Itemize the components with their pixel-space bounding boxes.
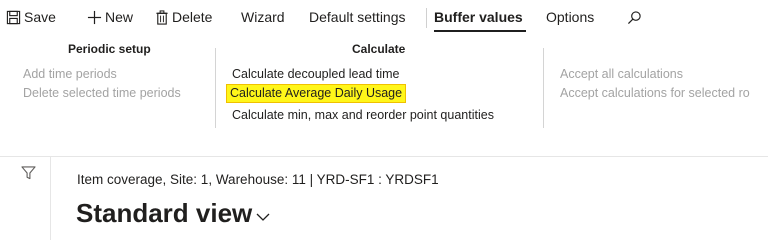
default-settings-label: Default settings [309, 9, 406, 25]
chevron-down-icon [256, 213, 270, 222]
delete-label: Delete [172, 9, 213, 25]
group-title-calculate: Calculate [352, 42, 406, 56]
action-bar: Save New Delete Wizard Default settings [0, 0, 768, 34]
search-icon [627, 10, 642, 25]
view-selector[interactable]: Standard view [76, 198, 270, 229]
delete-button[interactable]: Delete [155, 6, 212, 28]
new-label: New [105, 9, 134, 25]
wizard-label: Wizard [241, 9, 285, 25]
view-title: Standard view [76, 198, 253, 228]
search-button[interactable] [627, 6, 645, 28]
buffer-values-tab[interactable]: Buffer values [434, 6, 523, 28]
toolbar-divider [426, 8, 427, 28]
delete-selected-time-periods-button[interactable]: Delete selected time periods [23, 85, 181, 102]
group-divider [215, 48, 216, 128]
options-tab[interactable]: Options [546, 6, 594, 28]
calculate-decoupled-lead-time-button[interactable]: Calculate decoupled lead time [232, 66, 399, 83]
active-tab-underline [434, 30, 526, 32]
save-label: Save [24, 9, 56, 25]
group-divider [543, 48, 544, 128]
group-title-periodic-setup: Periodic setup [68, 42, 151, 56]
calculate-min-max-reorder-button[interactable]: Calculate min, max and reorder point qua… [232, 107, 494, 124]
new-button[interactable]: New [87, 6, 133, 28]
trash-icon [155, 9, 169, 25]
calculate-average-daily-usage-button[interactable]: Calculate Average Daily Usage [225, 84, 407, 103]
plus-icon [87, 10, 102, 25]
default-settings-tab[interactable]: Default settings [309, 6, 406, 28]
filter-icon[interactable] [21, 166, 36, 180]
accept-selected-calculations-button[interactable]: Accept calculations for selected ro [560, 85, 768, 102]
accept-all-calculations-button[interactable]: Accept all calculations [560, 66, 683, 83]
options-label: Options [546, 9, 595, 25]
buffer-values-label: Buffer values [434, 9, 523, 25]
save-button[interactable]: Save [6, 6, 56, 28]
context-caption: Item coverage, Site: 1, Warehouse: 11 | … [77, 172, 439, 187]
save-icon [6, 10, 21, 25]
wizard-tab[interactable]: Wizard [241, 6, 285, 28]
add-time-periods-button[interactable]: Add time periods [23, 66, 117, 83]
ribbon-bottom-divider [0, 156, 768, 157]
left-rail-divider [50, 157, 51, 240]
